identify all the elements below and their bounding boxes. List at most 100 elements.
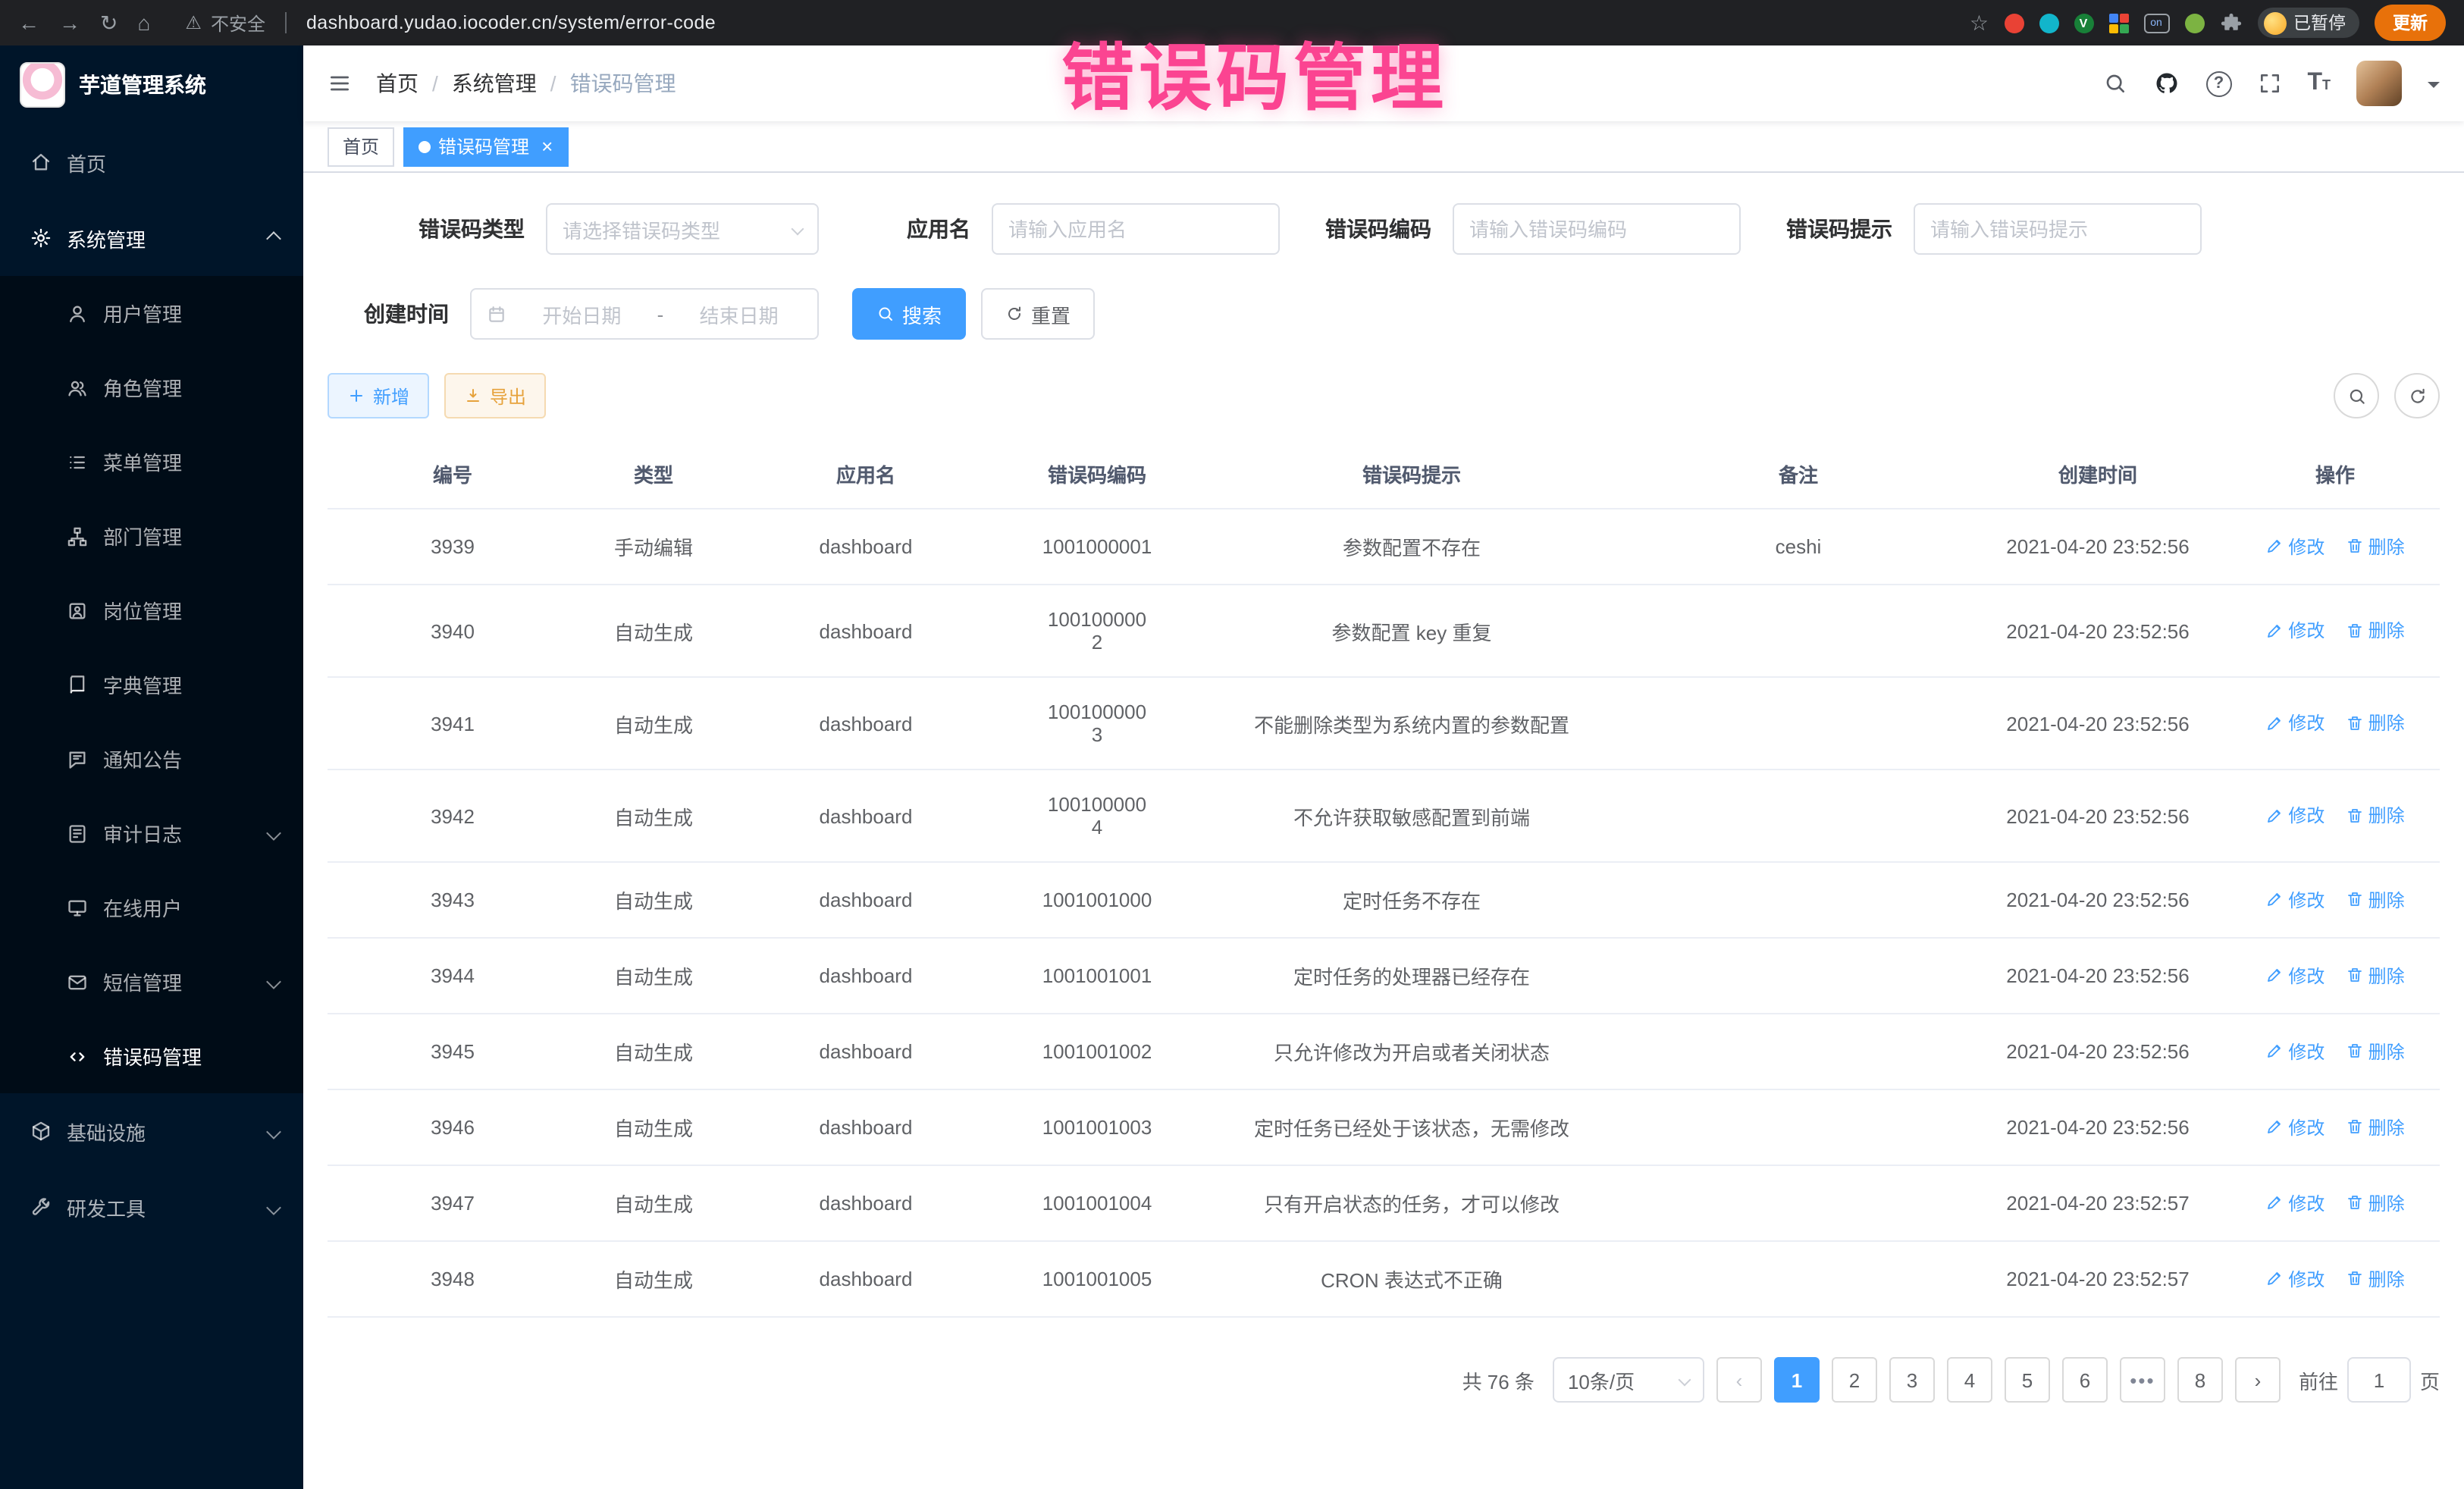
edit-link[interactable]: 修改: [2265, 1039, 2324, 1064]
fullscreen-icon[interactable]: [2257, 71, 2281, 96]
delete-link[interactable]: 删除: [2346, 887, 2405, 913]
sidebar-item-dict[interactable]: 字典管理: [0, 647, 303, 722]
error-type-select[interactable]: 请选择错误码类型: [546, 203, 819, 255]
edit-link[interactable]: 修改: [2265, 803, 2324, 829]
edit-link[interactable]: 修改: [2265, 963, 2324, 989]
prev-page-button[interactable]: ‹: [1716, 1357, 1762, 1403]
filter-type-label: 错误码类型: [358, 214, 525, 244]
sidebar-item-infrastructure[interactable]: 基础设施: [0, 1093, 303, 1169]
active-dot-icon: [419, 140, 431, 152]
sidebar-item-posts[interactable]: 岗位管理: [0, 573, 303, 647]
search-icon[interactable]: [2102, 71, 2127, 96]
tag-error-code[interactable]: 错误码管理 ×: [403, 127, 568, 166]
add-button[interactable]: 新增: [328, 373, 429, 418]
next-page-button[interactable]: ›: [2235, 1357, 2281, 1403]
reload-icon[interactable]: ↻: [100, 12, 118, 33]
edit-link[interactable]: 修改: [2265, 710, 2324, 736]
breadcrumb-system[interactable]: 系统管理: [452, 68, 537, 99]
edit-link[interactable]: 修改: [2265, 1190, 2324, 1216]
refresh-table-button[interactable]: [2394, 373, 2440, 418]
delete-link[interactable]: 删除: [2346, 534, 2405, 560]
sidebar-item-system[interactable]: 系统管理: [0, 200, 303, 276]
app-logo[interactable]: 芋道管理系统: [0, 45, 303, 124]
delete-link[interactable]: 删除: [2346, 1039, 2405, 1064]
chevron-up-icon: [266, 230, 281, 246]
tag-home[interactable]: 首页: [328, 127, 394, 166]
page-button-3[interactable]: 3: [1889, 1357, 1935, 1403]
extension-icon-red[interactable]: [2004, 13, 2024, 33]
filter-code: 错误码编码: [1280, 203, 1741, 255]
page-button-6[interactable]: 6: [2062, 1357, 2108, 1403]
error-msg-input[interactable]: [1930, 218, 2185, 240]
sidebar-item-notice[interactable]: 通知公告: [0, 722, 303, 796]
caret-down-icon[interactable]: [2428, 81, 2440, 93]
edit-link[interactable]: 修改: [2265, 534, 2324, 560]
address-bar[interactable]: dashboard.yudao.iocoder.cn/system/error-…: [306, 12, 716, 33]
delete-link[interactable]: 删除: [2346, 1266, 2405, 1292]
hamburger-icon[interactable]: [328, 71, 352, 96]
breadcrumb-home[interactable]: 首页: [376, 68, 419, 99]
edit-link[interactable]: 修改: [2265, 1266, 2324, 1292]
github-icon[interactable]: [2152, 70, 2180, 97]
delete-link[interactable]: 删除: [2346, 963, 2405, 989]
refresh-icon: [1005, 305, 1024, 323]
extensions-puzzle-icon[interactable]: [2219, 11, 2242, 34]
edit-link[interactable]: 修改: [2265, 618, 2324, 644]
page-jumper: 前往 页: [2299, 1357, 2440, 1403]
delete-link[interactable]: 删除: [2346, 803, 2405, 829]
back-icon[interactable]: ←: [18, 12, 39, 33]
app-name-input[interactable]: [1008, 218, 1263, 240]
home-icon[interactable]: ⌂: [137, 12, 150, 33]
delete-link[interactable]: 删除: [2346, 1114, 2405, 1140]
refresh-icon: [2407, 386, 2427, 406]
gear-icon: [30, 227, 52, 249]
page-button-2[interactable]: 2: [1832, 1357, 1877, 1403]
edit-link[interactable]: 修改: [2265, 1114, 2324, 1140]
page-button-5[interactable]: 5: [2005, 1357, 2050, 1403]
delete-link[interactable]: 删除: [2346, 1190, 2405, 1216]
sidebar-item-menus[interactable]: 菜单管理: [0, 425, 303, 499]
extension-icon-green-v[interactable]: V: [2074, 13, 2093, 33]
error-code-input[interactable]: [1469, 218, 1724, 240]
help-icon[interactable]: ?: [2205, 71, 2231, 96]
extension-icon-teal[interactable]: [2039, 13, 2058, 33]
sidebar-item-audit-log[interactable]: 审计日志: [0, 796, 303, 870]
reset-button[interactable]: 重置: [981, 288, 1095, 340]
trash-icon: [2346, 891, 2364, 909]
extension-icon-leaf[interactable]: [2184, 13, 2204, 33]
extension-icon-on[interactable]: on: [2143, 13, 2169, 33]
sidebar-item-online-users[interactable]: 在线用户: [0, 870, 303, 945]
sidebar-item-sms[interactable]: 短信管理: [0, 945, 303, 1019]
profile-paused-badge[interactable]: 已暂停: [2257, 8, 2359, 38]
sidebar-item-roles[interactable]: 角色管理: [0, 350, 303, 425]
org-tree-icon: [67, 525, 88, 547]
date-range-picker[interactable]: 开始日期 - 结束日期: [470, 288, 819, 340]
search-button[interactable]: 搜索: [852, 288, 966, 340]
toggle-search-button[interactable]: [2334, 373, 2379, 418]
page-button-1[interactable]: 1: [1774, 1357, 1820, 1403]
sidebar-item-users[interactable]: 用户管理: [0, 276, 303, 350]
page-jump-input[interactable]: [2347, 1357, 2411, 1403]
sidebar-item-devtools[interactable]: 研发工具: [0, 1169, 303, 1245]
sidebar-item-error-code[interactable]: 错误码管理: [0, 1019, 303, 1093]
user-avatar[interactable]: [2356, 61, 2402, 106]
delete-link[interactable]: 删除: [2346, 710, 2405, 736]
page-ellipsis-button[interactable]: •••: [2120, 1357, 2165, 1403]
edit-link[interactable]: 修改: [2265, 887, 2324, 913]
font-size-icon[interactable]: TT: [2307, 71, 2331, 96]
browser-update-button[interactable]: 更新: [2375, 5, 2446, 41]
security-indicator[interactable]: ⚠ 不安全: [185, 10, 265, 36]
page-button-4[interactable]: 4: [1947, 1357, 1992, 1403]
trash-icon: [2346, 622, 2364, 640]
page-button-8[interactable]: 8: [2177, 1357, 2223, 1403]
sidebar-item-departments[interactable]: 部门管理: [0, 499, 303, 573]
close-icon[interactable]: ×: [541, 136, 553, 156]
bookmark-star-icon[interactable]: ☆: [1970, 12, 1989, 33]
export-button[interactable]: 导出: [444, 373, 546, 418]
delete-link[interactable]: 删除: [2346, 618, 2405, 644]
sidebar-item-home[interactable]: 首页: [0, 124, 303, 200]
forward-icon[interactable]: →: [59, 12, 80, 33]
extension-icon-grid[interactable]: [2108, 13, 2128, 33]
chevron-down-icon: [266, 826, 281, 841]
page-size-select[interactable]: 10条/页: [1553, 1357, 1704, 1403]
